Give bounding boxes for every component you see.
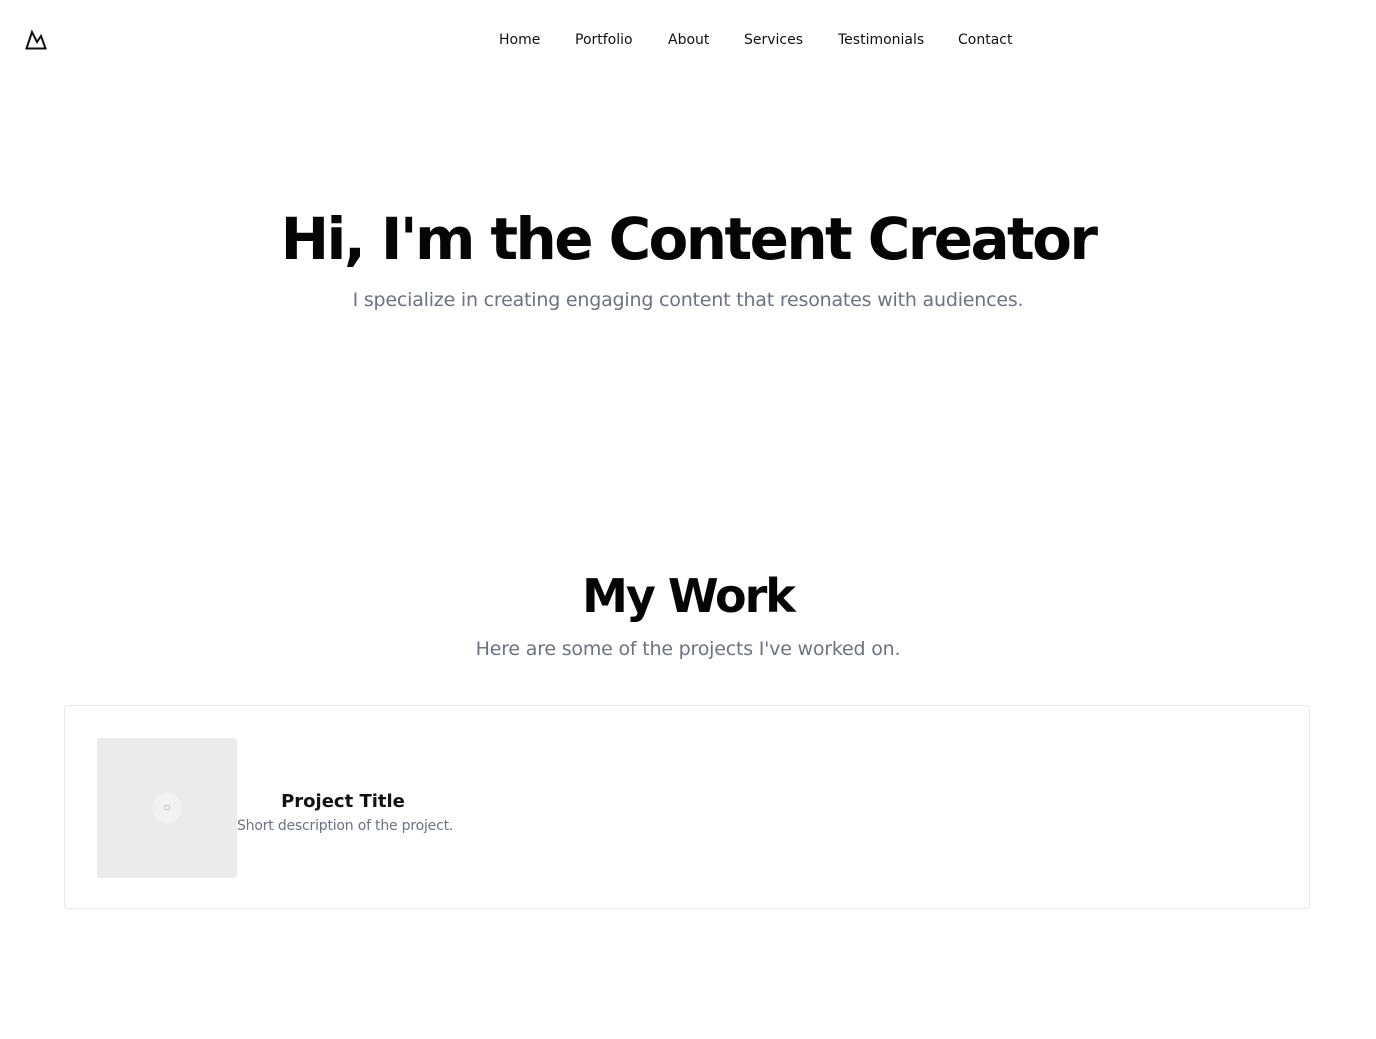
nav-link-contact[interactable]: Contact <box>958 30 1012 50</box>
nav-link-about[interactable]: About <box>668 30 709 50</box>
nav-link-portfolio[interactable]: Portfolio <box>575 30 633 50</box>
hero-subtitle: I specialize in creating engaging conten… <box>352 289 1024 311</box>
image-placeholder-icon <box>152 793 182 823</box>
page: Home Portfolio About Services Testimonia… <box>0 0 1376 1039</box>
project-title[interactable]: Project Title <box>237 791 449 813</box>
project-thumbnail[interactable] <box>97 738 237 878</box>
nav-link-home[interactable]: Home <box>499 30 540 50</box>
work-subtitle: Here are some of the projects I've worke… <box>475 638 901 660</box>
project-description: Short description of the project. <box>237 818 454 834</box>
hero-title: Hi, I'm the Content Creator <box>280 205 1098 273</box>
work-title: My Work <box>582 569 796 623</box>
main-nav: Home Portfolio About Services Testimonia… <box>0 30 1376 50</box>
nav-link-services[interactable]: Services <box>744 30 803 50</box>
site-header: Home Portfolio About Services Testimonia… <box>0 0 1376 80</box>
project-card[interactable]: Project Title Short description of the p… <box>64 705 1310 909</box>
nav-link-testimonials[interactable]: Testimonials <box>838 30 924 50</box>
